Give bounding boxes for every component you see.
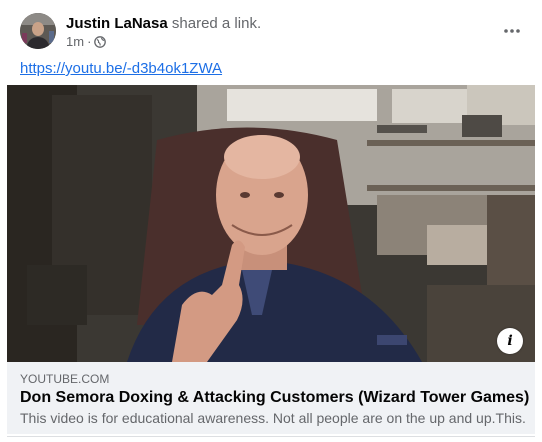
video-thumbnail[interactable]: i <box>7 85 535 362</box>
author-name[interactable]: Justin LaNasa <box>66 15 168 32</box>
meta-separator: · <box>87 34 92 49</box>
preview-title[interactable]: Don Semora Doxing & Attacking Customers … <box>20 388 529 408</box>
preview-domain: YOUTUBE.COM <box>20 372 110 386</box>
post-link[interactable]: https://youtu.be/-d3b4ok1ZWA <box>20 60 222 78</box>
video-thumbnail-image <box>7 85 535 362</box>
post-timestamp[interactable]: 1m <box>66 34 84 50</box>
post-header: Justin LaNasa shared a link. 1m · <box>0 0 542 58</box>
globe-icon[interactable] <box>94 36 107 48</box>
avatar[interactable] <box>20 13 56 49</box>
divider <box>7 436 535 437</box>
post-card: Justin LaNasa shared a link. 1m · https:… <box>0 0 542 442</box>
author-line: Justin LaNasa shared a link. <box>66 15 261 33</box>
info-icon[interactable]: i <box>497 328 523 354</box>
more-options-icon[interactable] <box>498 17 526 45</box>
post-meta: 1m · <box>66 34 107 50</box>
avatar-image <box>20 13 56 49</box>
preview-description: This video is for educational awareness.… <box>20 410 525 426</box>
link-preview[interactable]: YOUTUBE.COM Don Semora Doxing & Attackin… <box>7 362 535 434</box>
post-action-text: shared a link. <box>171 15 262 32</box>
